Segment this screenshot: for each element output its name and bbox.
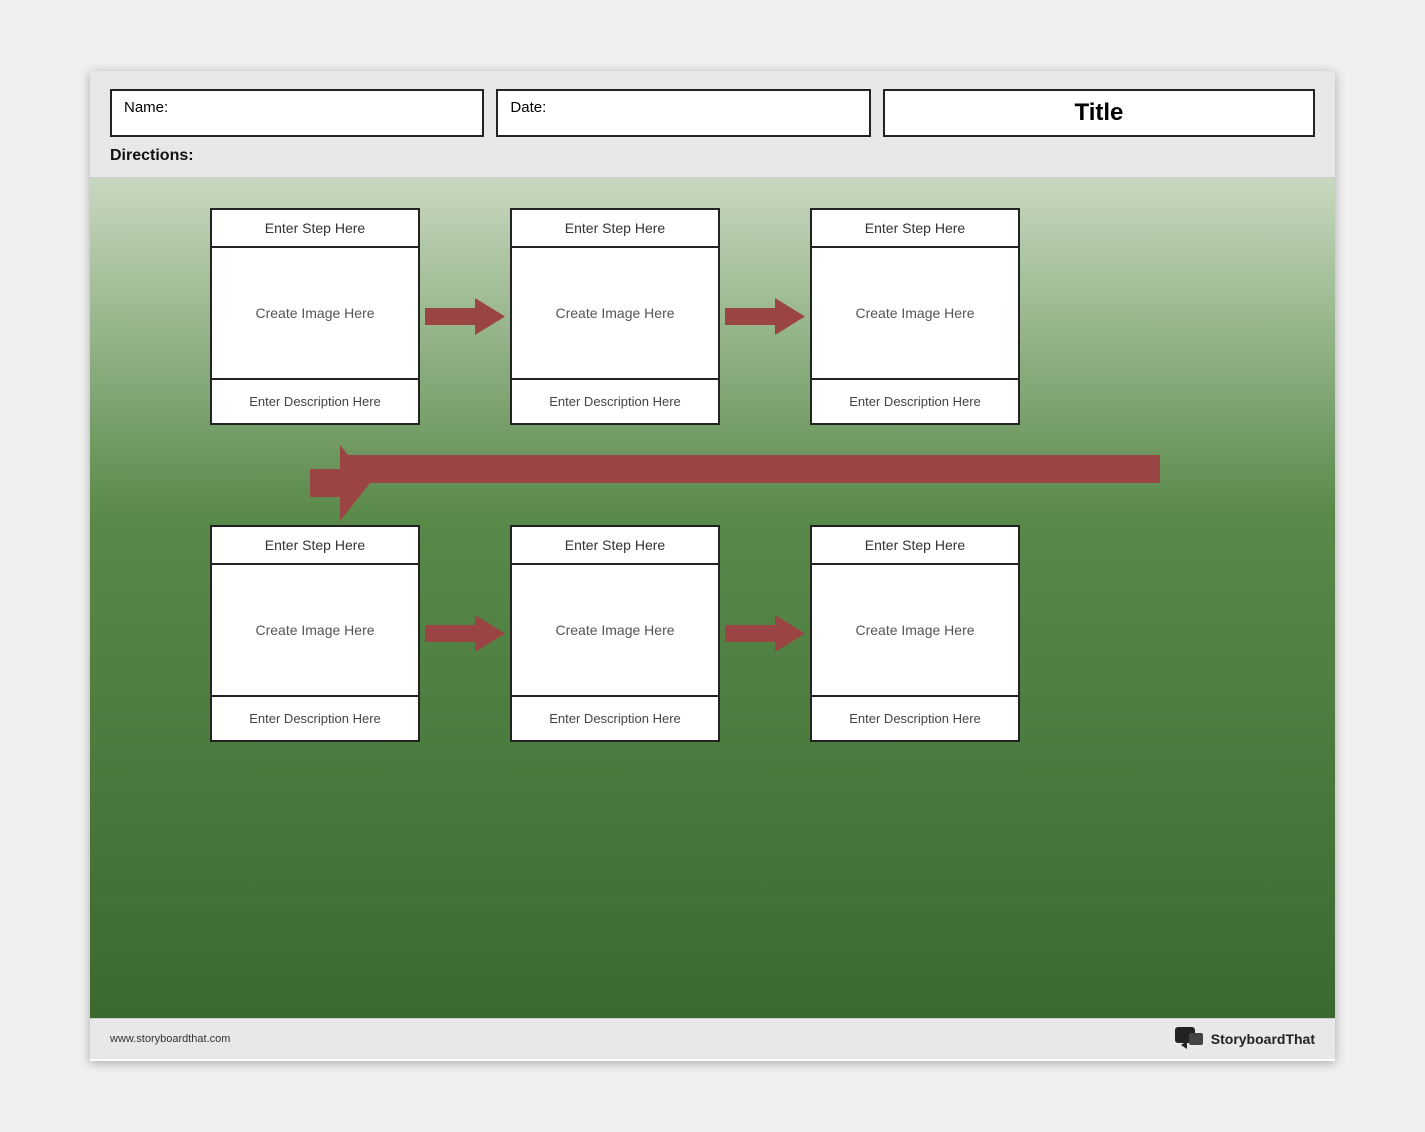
row2-card1: Enter Step Here Create Image Here Enter … [210, 525, 420, 742]
u-turn-svg [210, 425, 1180, 525]
row1-card1-image: Create Image Here [212, 248, 418, 378]
row2-card2-description: Enter Description Here [512, 695, 718, 740]
header: Name: Date: Title Directions: [90, 71, 1335, 178]
row2-card1-image: Create Image Here [212, 565, 418, 695]
row1-card3: Enter Step Here Create Image Here Enter … [810, 208, 1020, 425]
row1-card2-image: Create Image Here [512, 248, 718, 378]
directions-label: Directions: [110, 147, 1315, 165]
row1-card1-description: Enter Description Here [212, 378, 418, 423]
date-field[interactable]: Date: [496, 89, 870, 137]
row2-card3: Enter Step Here Create Image Here Enter … [810, 525, 1020, 742]
row2-card3-description: Enter Description Here [812, 695, 1018, 740]
page: Name: Date: Title Directions: Enter Step… [90, 71, 1335, 1061]
row1-card2: Enter Step Here Create Image Here Enter … [510, 208, 720, 425]
row1-card2-description: Enter Description Here [512, 378, 718, 423]
arrow-right-2 [720, 292, 810, 342]
arrow-right-4-svg [725, 611, 805, 656]
arrow-right-4 [720, 609, 810, 659]
brand-name: StoryboardThat [1211, 1031, 1315, 1047]
title-field[interactable]: Title [883, 89, 1315, 137]
name-field[interactable]: Name: [110, 89, 484, 137]
header-fields: Name: Date: Title [110, 89, 1315, 137]
footer: www.storyboardthat.com StoryboardThat [90, 1018, 1335, 1059]
arrow-right-1 [420, 292, 510, 342]
row1-card3-description: Enter Description Here [812, 378, 1018, 423]
row2-card3-step: Enter Step Here [812, 527, 1018, 565]
row2-card1-description: Enter Description Here [212, 695, 418, 740]
row2-card2-image: Create Image Here [512, 565, 718, 695]
row2-card2: Enter Step Here Create Image Here Enter … [510, 525, 720, 742]
footer-brand: StoryboardThat [1175, 1027, 1315, 1051]
row2-card2-step: Enter Step Here [512, 527, 718, 565]
main-content: Enter Step Here Create Image Here Enter … [90, 178, 1335, 1018]
row1: Enter Step Here Create Image Here Enter … [130, 208, 1295, 425]
row2-card1-step: Enter Step Here [212, 527, 418, 565]
row1-card1-step: Enter Step Here [212, 210, 418, 248]
footer-url: www.storyboardthat.com [110, 1033, 230, 1045]
date-label: Date: [510, 99, 546, 116]
row1-card1: Enter Step Here Create Image Here Enter … [210, 208, 420, 425]
arrow-right-2-svg [725, 294, 805, 339]
row2: Enter Step Here Create Image Here Enter … [130, 525, 1295, 742]
arrow-right-3-svg [425, 611, 505, 656]
row2-card3-image: Create Image Here [812, 565, 1018, 695]
name-label: Name: [124, 99, 168, 116]
u-turn-connector [210, 425, 1295, 525]
row1-card2-step: Enter Step Here [512, 210, 718, 248]
title-label: Title [1074, 99, 1123, 126]
arrow-right-3 [420, 609, 510, 659]
brand-icon [1175, 1027, 1203, 1051]
arrow-right-1-svg [425, 294, 505, 339]
row1-card3-image: Create Image Here [812, 248, 1018, 378]
row1-card3-step: Enter Step Here [812, 210, 1018, 248]
